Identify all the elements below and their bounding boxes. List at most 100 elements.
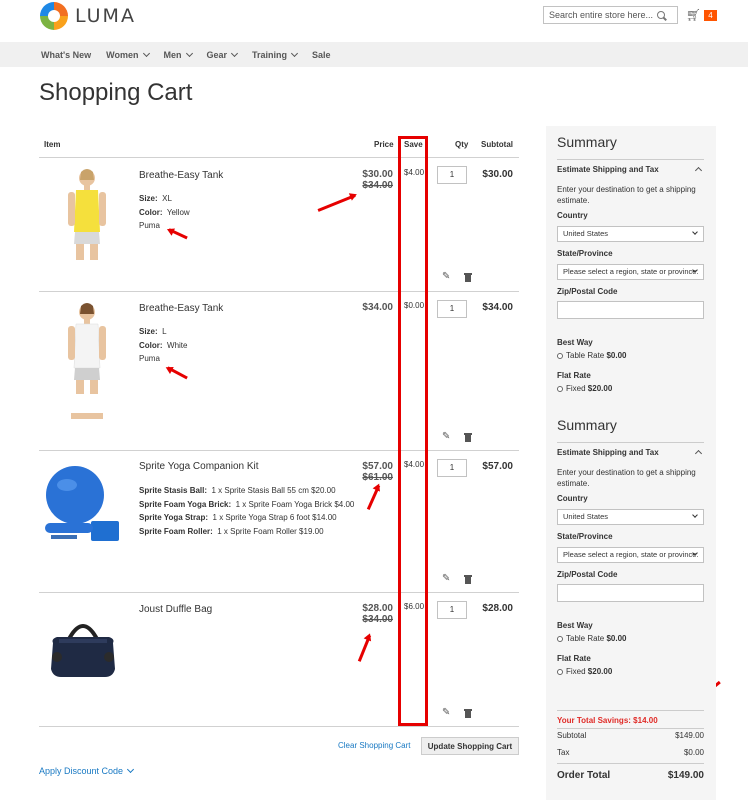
product-image[interactable] — [41, 465, 127, 547]
country-label: Country — [557, 211, 588, 220]
state-select[interactable]: Please select a region, state or provinc… — [557, 547, 704, 563]
price: $34.00 — [362, 302, 393, 313]
product-options: Size: XL Color: Yellow Puma — [139, 192, 190, 233]
trash-icon[interactable] — [464, 273, 472, 282]
country-select[interactable]: United States — [557, 509, 704, 525]
state-label: State/Province — [557, 532, 613, 541]
trash-icon[interactable] — [464, 433, 472, 442]
zip-label: Zip/Postal Code — [557, 287, 618, 296]
country-label: Country — [557, 494, 588, 503]
nav-item-whats-new[interactable]: What's New — [41, 50, 91, 60]
cart-item-row: Joust Duffle Bag $28.00 $34.00 $6.00 1 $… — [39, 593, 519, 726]
shipping-option-fixed[interactable]: Fixed $20.00 — [557, 384, 612, 393]
zip-label: Zip/Postal Code — [557, 570, 618, 579]
qty-input[interactable]: 1 — [437, 601, 467, 619]
chevron-up-icon[interactable] — [694, 449, 703, 458]
divider — [557, 763, 704, 764]
cart-icon[interactable]: 🛒︎ — [686, 8, 701, 22]
row-subtotal: $30.00 — [482, 169, 513, 180]
minicart-link[interactable]: 🛒︎ 4 — [686, 8, 717, 22]
qty-input[interactable]: 1 — [437, 300, 467, 318]
divider — [39, 726, 519, 727]
nav-item-sale[interactable]: Sale — [312, 50, 331, 60]
edit-icon[interactable]: ✎ — [442, 573, 450, 584]
nav-item-gear[interactable]: Gear — [207, 49, 239, 60]
product-image[interactable] — [57, 300, 117, 420]
product-options: Size: L Color: White Puma — [139, 325, 187, 366]
row-subtotal: $34.00 — [482, 302, 513, 313]
zip-input[interactable] — [557, 301, 704, 319]
product-name-link[interactable]: Breathe-Easy Tank — [139, 303, 223, 314]
col-header-item: Item — [44, 140, 61, 149]
save-column-highlight — [398, 136, 428, 726]
luma-logo[interactable]: LUMA — [40, 2, 136, 30]
shipping-option-table-rate[interactable]: Table Rate $0.00 — [557, 351, 627, 360]
product-name-link[interactable]: Sprite Yoga Companion Kit — [139, 461, 259, 472]
flat-rate-label: Flat Rate — [557, 654, 591, 663]
chevron-down-icon — [127, 765, 135, 774]
zip-input[interactable] — [557, 584, 704, 602]
edit-icon[interactable]: ✎ — [442, 271, 450, 282]
clear-cart-link[interactable]: Clear Shopping Cart — [338, 741, 410, 750]
product-image[interactable] — [57, 166, 117, 262]
cart-item-row: Breathe-Easy Tank Size: XL Color: Yellow… — [39, 158, 519, 291]
product-name-link[interactable]: Breathe-Easy Tank — [139, 170, 223, 181]
edit-icon[interactable]: ✎ — [442, 431, 450, 442]
old-price: $34.00 — [362, 180, 393, 191]
update-cart-button[interactable]: Update Shopping Cart — [421, 737, 519, 755]
qty-input[interactable]: 1 — [437, 459, 467, 477]
estimate-shipping-toggle[interactable]: Estimate Shipping and Tax — [557, 165, 659, 174]
main-nav: What's New Women Men Gear Training Sale — [0, 42, 748, 67]
product-image[interactable] — [47, 617, 119, 681]
cart-count-badge: 4 — [704, 9, 717, 21]
edit-icon[interactable]: ✎ — [442, 707, 450, 718]
shipping-option-table-rate[interactable]: Table Rate $0.00 — [557, 634, 627, 643]
price: $57.00 $61.00 — [362, 461, 393, 483]
total-savings: Your Total Savings: $14.00 — [557, 716, 658, 725]
state-select[interactable]: Please select a region, state or provinc… — [557, 264, 704, 280]
divider — [557, 710, 704, 711]
trash-icon[interactable] — [464, 709, 472, 718]
search-box[interactable] — [543, 6, 678, 24]
radio-button[interactable] — [557, 352, 563, 359]
shipping-option-fixed[interactable]: Fixed $20.00 — [557, 667, 612, 676]
cart-item-row: Breathe-Easy Tank Size: L Color: White P… — [39, 292, 519, 450]
subtotal-row: Subtotal $149.00 — [557, 731, 704, 740]
nav-item-men[interactable]: Men — [164, 49, 193, 60]
chevron-up-icon[interactable] — [694, 166, 703, 175]
price: $28.00 $34.00 — [362, 603, 393, 625]
best-way-label: Best Way — [557, 621, 593, 630]
product-name-link[interactable]: Joust Duffle Bag — [139, 604, 212, 615]
nav-item-training[interactable]: Training — [252, 49, 299, 60]
col-header-price: Price — [374, 140, 394, 149]
page-title: Shopping Cart — [39, 79, 193, 106]
chevron-down-icon — [692, 229, 698, 235]
row-subtotal: $57.00 — [482, 461, 513, 472]
divider — [557, 159, 704, 160]
qty-input[interactable]: 1 — [437, 166, 467, 184]
header: LUMA 🛒︎ 4 — [0, 0, 748, 42]
estimate-text: Enter your destination to get a shipping… — [557, 185, 696, 205]
state-label: State/Province — [557, 249, 613, 258]
col-header-qty: Qty — [455, 140, 469, 149]
divider — [557, 442, 704, 443]
radio-button[interactable] — [557, 385, 563, 392]
search-icon[interactable] — [657, 10, 666, 20]
search-input[interactable] — [549, 10, 657, 20]
apply-discount-toggle[interactable]: Apply Discount Code — [39, 765, 135, 776]
row-subtotal: $28.00 — [482, 603, 513, 614]
tax-row: Tax $0.00 — [557, 748, 704, 757]
summary-sidebar: Summary Estimate Shipping and Tax Enter … — [546, 126, 716, 800]
brand-label: Puma — [139, 221, 160, 230]
old-price: $61.00 — [362, 472, 393, 483]
estimate-text: Enter your destination to get a shipping… — [557, 468, 696, 488]
country-select[interactable]: United States — [557, 226, 704, 242]
nav-item-women[interactable]: Women — [106, 49, 150, 60]
chevron-down-icon — [692, 512, 698, 518]
radio-button[interactable] — [557, 668, 563, 675]
order-total-row: Order Total $149.00 — [557, 770, 704, 781]
trash-icon[interactable] — [464, 575, 472, 584]
estimate-shipping-toggle[interactable]: Estimate Shipping and Tax — [557, 448, 659, 457]
radio-button[interactable] — [557, 635, 563, 642]
best-way-label: Best Way — [557, 338, 593, 347]
